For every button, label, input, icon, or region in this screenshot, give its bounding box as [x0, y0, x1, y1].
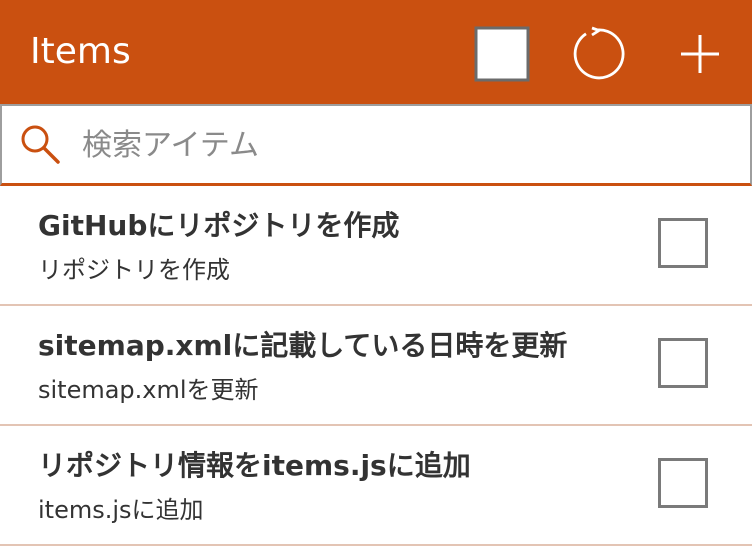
- item-title: sitemap.xmlに記載している日時を更新: [38, 329, 568, 362]
- item-list: GitHubにリポジトリを作成 リポジトリを作成 sitemap.xmlに記載し…: [0, 186, 752, 546]
- item-checkbox[interactable]: [658, 338, 708, 388]
- item-title: GitHubにリポジトリを作成: [38, 209, 400, 242]
- app-header: Items: [0, 0, 752, 104]
- list-item[interactable]: sitemap.xmlに記載している日時を更新 sitemap.xmlを更新: [0, 306, 752, 426]
- item-subtitle: sitemap.xmlを更新: [38, 376, 259, 404]
- list-item[interactable]: リポジトリ情報をitems.jsに追加 items.jsに追加: [0, 426, 752, 546]
- refresh-button[interactable]: [569, 26, 625, 82]
- add-item-button[interactable]: [672, 26, 728, 82]
- search-input[interactable]: [82, 116, 722, 174]
- page-title: Items: [30, 31, 131, 72]
- item-subtitle: リポジトリを作成: [38, 256, 230, 284]
- item-subtitle: items.jsに追加: [38, 496, 204, 524]
- app-window: Items GitHubにリポジトリを作成: [0, 0, 752, 550]
- checkbox-square-icon: [474, 26, 530, 82]
- item-title: リポジトリ情報をitems.jsに追加: [38, 449, 471, 482]
- item-checkbox[interactable]: [658, 458, 708, 508]
- search-bar: [0, 104, 752, 186]
- search-icon: [21, 125, 60, 164]
- item-checkbox[interactable]: [658, 218, 708, 268]
- plus-icon: [681, 35, 719, 73]
- list-item[interactable]: GitHubにリポジトリを作成 リポジトリを作成: [0, 186, 752, 306]
- refresh-icon: [573, 26, 625, 80]
- select-all-button[interactable]: [474, 26, 530, 82]
